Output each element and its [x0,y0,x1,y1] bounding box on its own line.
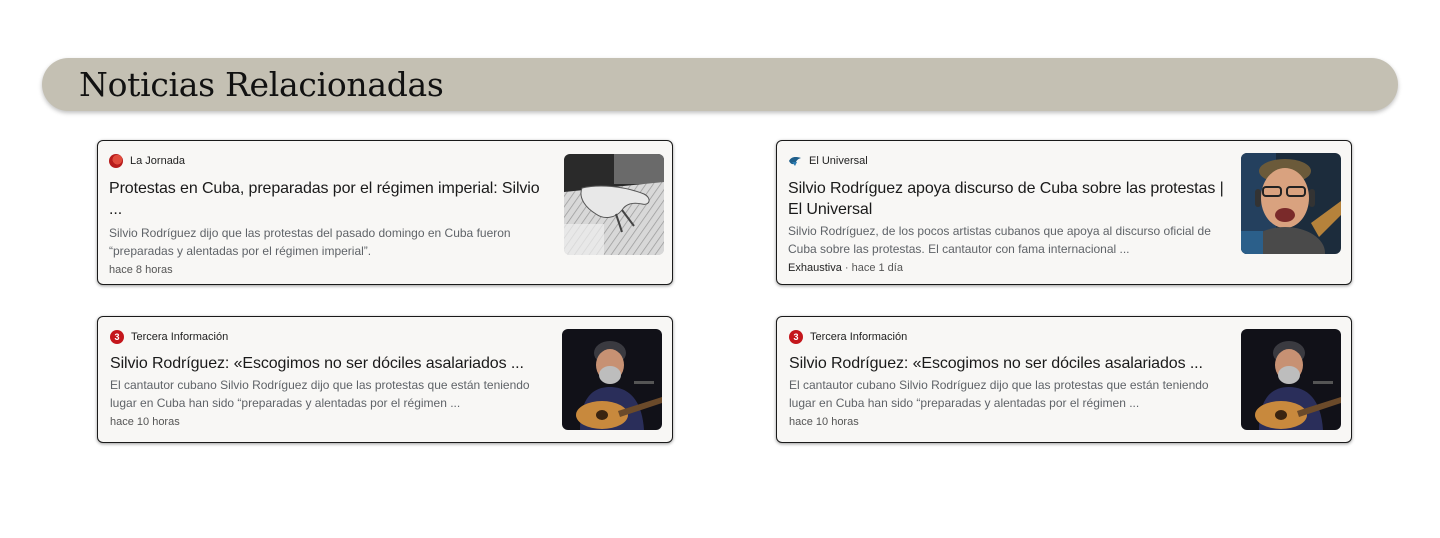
section-title: Noticias Relacionadas [79,65,444,104]
news-meta: hace 10 horas [110,415,550,429]
news-card-content: 3 Tercera Información Silvio Rodríguez: … [110,329,550,429]
news-source: 3 Tercera Información [789,329,1229,345]
news-coverage-label: Exhaustiva [788,262,842,274]
la-jornada-logo-icon [109,154,123,168]
news-source-name: Tercera Información [810,331,908,343]
news-card[interactable]: 3 Tercera Información Silvio Rodríguez: … [97,316,673,443]
news-source: La Jornada [109,153,549,169]
news-time: hace 10 horas [110,416,180,428]
news-card[interactable]: El Universal Silvio Rodríguez apoya disc… [776,140,1352,285]
singer-photo-image [1241,153,1341,254]
news-source-name: La Jornada [130,155,186,167]
guitarist-photo-image [562,329,662,430]
news-card[interactable]: 3 Tercera Información Silvio Rodríguez: … [776,316,1352,443]
news-meta: hace 8 horas [109,263,549,277]
news-source: El Universal [788,153,1228,169]
news-title[interactable]: Protestas en Cuba, preparadas por el rég… [109,178,549,220]
tercera-informacion-logo-icon: 3 [789,330,803,344]
el-universal-logo-icon [788,154,802,168]
news-card-content: El Universal Silvio Rodríguez apoya disc… [788,153,1228,275]
news-title[interactable]: Silvio Rodríguez apoya discurso de Cuba … [788,178,1228,220]
news-thumbnail[interactable] [1241,329,1341,430]
news-thumbnail[interactable] [562,329,662,430]
news-time: hace 10 horas [789,416,859,428]
related-news-header: Noticias Relacionadas [42,58,1398,111]
news-card-content: La Jornada Protestas en Cuba, preparadas… [109,153,549,277]
news-time: hace 8 horas [109,264,173,276]
news-snippet: Silvio Rodríguez, de los pocos artistas … [788,224,1211,256]
news-source-name: Tercera Información [131,331,229,343]
guitarist-photo-image [1241,329,1341,430]
news-snippet: El cantautor cubano Silvio Rodríguez dij… [110,378,530,410]
news-snippet: Silvio Rodríguez dijo que las protestas … [109,226,511,258]
news-card[interactable]: La Jornada Protestas en Cuba, preparadas… [97,140,673,285]
news-meta: Exhaustiva · hace 1 día [788,261,1228,275]
tercera-informacion-logo-icon: 3 [110,330,124,344]
news-thumbnail[interactable] [1241,153,1341,254]
news-title[interactable]: Silvio Rodríguez: «Escogimos no ser dóci… [789,353,1229,374]
news-snippet: El cantautor cubano Silvio Rodríguez dij… [789,378,1209,410]
news-title[interactable]: Silvio Rodríguez: «Escogimos no ser dóci… [110,353,550,374]
news-thumbnail[interactable] [564,154,664,255]
meta-separator: · [841,262,852,274]
news-card-content: 3 Tercera Información Silvio Rodríguez: … [789,329,1229,429]
hand-photo-image [564,154,664,255]
news-source-name: El Universal [809,155,868,167]
news-meta: hace 10 horas [789,415,1229,429]
news-source: 3 Tercera Información [110,329,550,345]
news-time: hace 1 día [851,262,903,274]
